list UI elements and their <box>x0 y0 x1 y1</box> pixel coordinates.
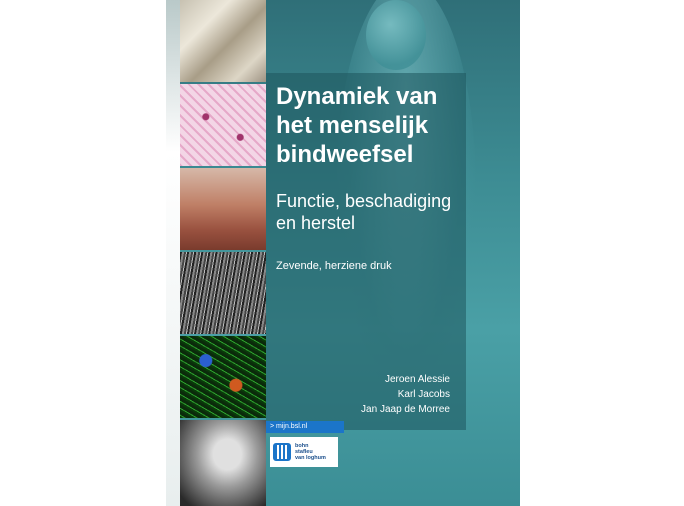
author-list: Jeroen Alessie Karl Jacobs Jan Jaap de M… <box>266 372 450 417</box>
publisher-name: bohn stafleu van loghum <box>295 443 326 461</box>
author-name: Jeroen Alessie <box>384 374 450 385</box>
tissue-image-1 <box>180 0 266 82</box>
cover-spine-strip <box>166 0 180 506</box>
book-cover: Dynamiek van het menselijk bindweefsel F… <box>166 0 520 506</box>
author-name: Karl Jacobs <box>397 389 450 400</box>
mijn-bsl-badge[interactable]: > mijn.bsl.nl <box>266 421 344 433</box>
publisher-logo-icon <box>273 443 291 461</box>
tissue-image-3 <box>180 168 266 250</box>
tissue-image-2 <box>180 84 266 166</box>
tissue-image-4 <box>180 252 266 334</box>
figure-head <box>366 0 426 70</box>
book-title: Dynamiek van het menselijk bindweefsel <box>276 83 438 168</box>
xray-image <box>180 420 266 506</box>
author-name: Jan Jaap de Morree <box>361 404 450 415</box>
edition-label: Zevende, herziene druk <box>276 260 392 272</box>
image-tile-column <box>180 0 266 506</box>
publisher-logo: bohn stafleu van loghum <box>270 437 338 467</box>
tissue-image-5 <box>180 336 266 418</box>
book-subtitle: Functie, beschadiging en herstel <box>276 191 452 233</box>
